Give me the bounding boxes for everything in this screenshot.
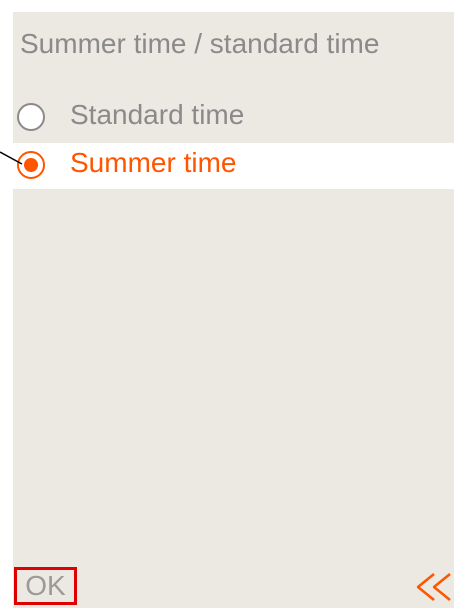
option-label: Standard time bbox=[70, 99, 245, 130]
option-summer-time[interactable]: Summer time bbox=[13, 143, 454, 189]
option-standard-time[interactable]: Standard time bbox=[13, 95, 454, 141]
radio-standard-time[interactable] bbox=[17, 103, 45, 131]
page-title: Summer time / standard time bbox=[20, 28, 380, 59]
callout-line bbox=[0, 151, 23, 165]
ok-button[interactable]: OK bbox=[14, 567, 77, 605]
option-label: Summer time bbox=[70, 147, 237, 178]
double-chevron-left-icon[interactable] bbox=[412, 570, 452, 604]
